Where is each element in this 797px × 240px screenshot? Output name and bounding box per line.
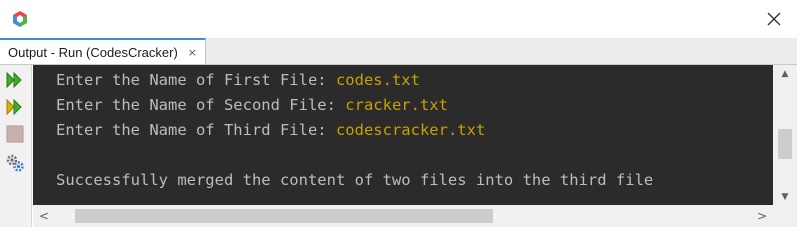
tab-close-button[interactable]: × — [188, 47, 197, 58]
close-button[interactable] — [751, 0, 797, 38]
stop-icon[interactable] — [4, 123, 26, 145]
console-prompt-text: Enter the Name of Third File: — [56, 121, 336, 139]
console-line: Enter the Name of Second File: cracker.t… — [56, 95, 448, 115]
output-toolbar — [0, 65, 32, 227]
close-icon — [767, 12, 781, 26]
console-line: Enter the Name of First File: codes.txt — [56, 70, 420, 90]
scroll-left-icon[interactable]: < — [33, 205, 55, 227]
rerun-icon[interactable] — [4, 69, 26, 91]
console-prompt-text: Successfully merged the content of two f… — [56, 171, 654, 189]
tab-strip: Output - Run (CodesCracker) × — [0, 38, 797, 65]
scroll-up-icon[interactable]: ▲ — [773, 65, 797, 82]
console-line: Enter the Name of Third File: codescrack… — [56, 120, 485, 140]
console-output[interactable]: Enter the Name of First File: codes.txt … — [33, 65, 773, 205]
console-prompt-text: Enter the Name of Second File: — [56, 96, 346, 114]
vertical-scroll-thumb[interactable] — [778, 129, 792, 159]
scrollbar-corner — [773, 205, 797, 227]
console-line: Successfully merged the content of two f… — [56, 170, 653, 190]
netbeans-cube-icon — [11, 10, 29, 28]
title-bar — [0, 0, 797, 38]
horizontal-scrollbar[interactable]: < > — [33, 205, 773, 227]
console-prompt-text: Enter the Name of First File: — [56, 71, 336, 89]
horizontal-scroll-thumb[interactable] — [75, 209, 493, 223]
settings-icon[interactable] — [4, 152, 26, 174]
console-user-input: codescracker.txt — [335, 121, 486, 139]
scroll-down-icon[interactable]: ▼ — [773, 188, 797, 205]
output-window: Output - Run (CodesCracker) × Enter the … — [0, 0, 797, 227]
rerun-with-arguments-icon[interactable] — [4, 96, 26, 118]
console-user-input: codes.txt — [335, 71, 420, 89]
tab-label: Output - Run (CodesCracker) — [8, 44, 178, 60]
scroll-right-icon[interactable]: > — [751, 205, 773, 227]
tab-output-run[interactable]: Output - Run (CodesCracker) × — [0, 38, 206, 64]
console-user-input: cracker.txt — [345, 96, 448, 114]
vertical-scrollbar[interactable]: ▲ ▼ — [773, 65, 797, 205]
